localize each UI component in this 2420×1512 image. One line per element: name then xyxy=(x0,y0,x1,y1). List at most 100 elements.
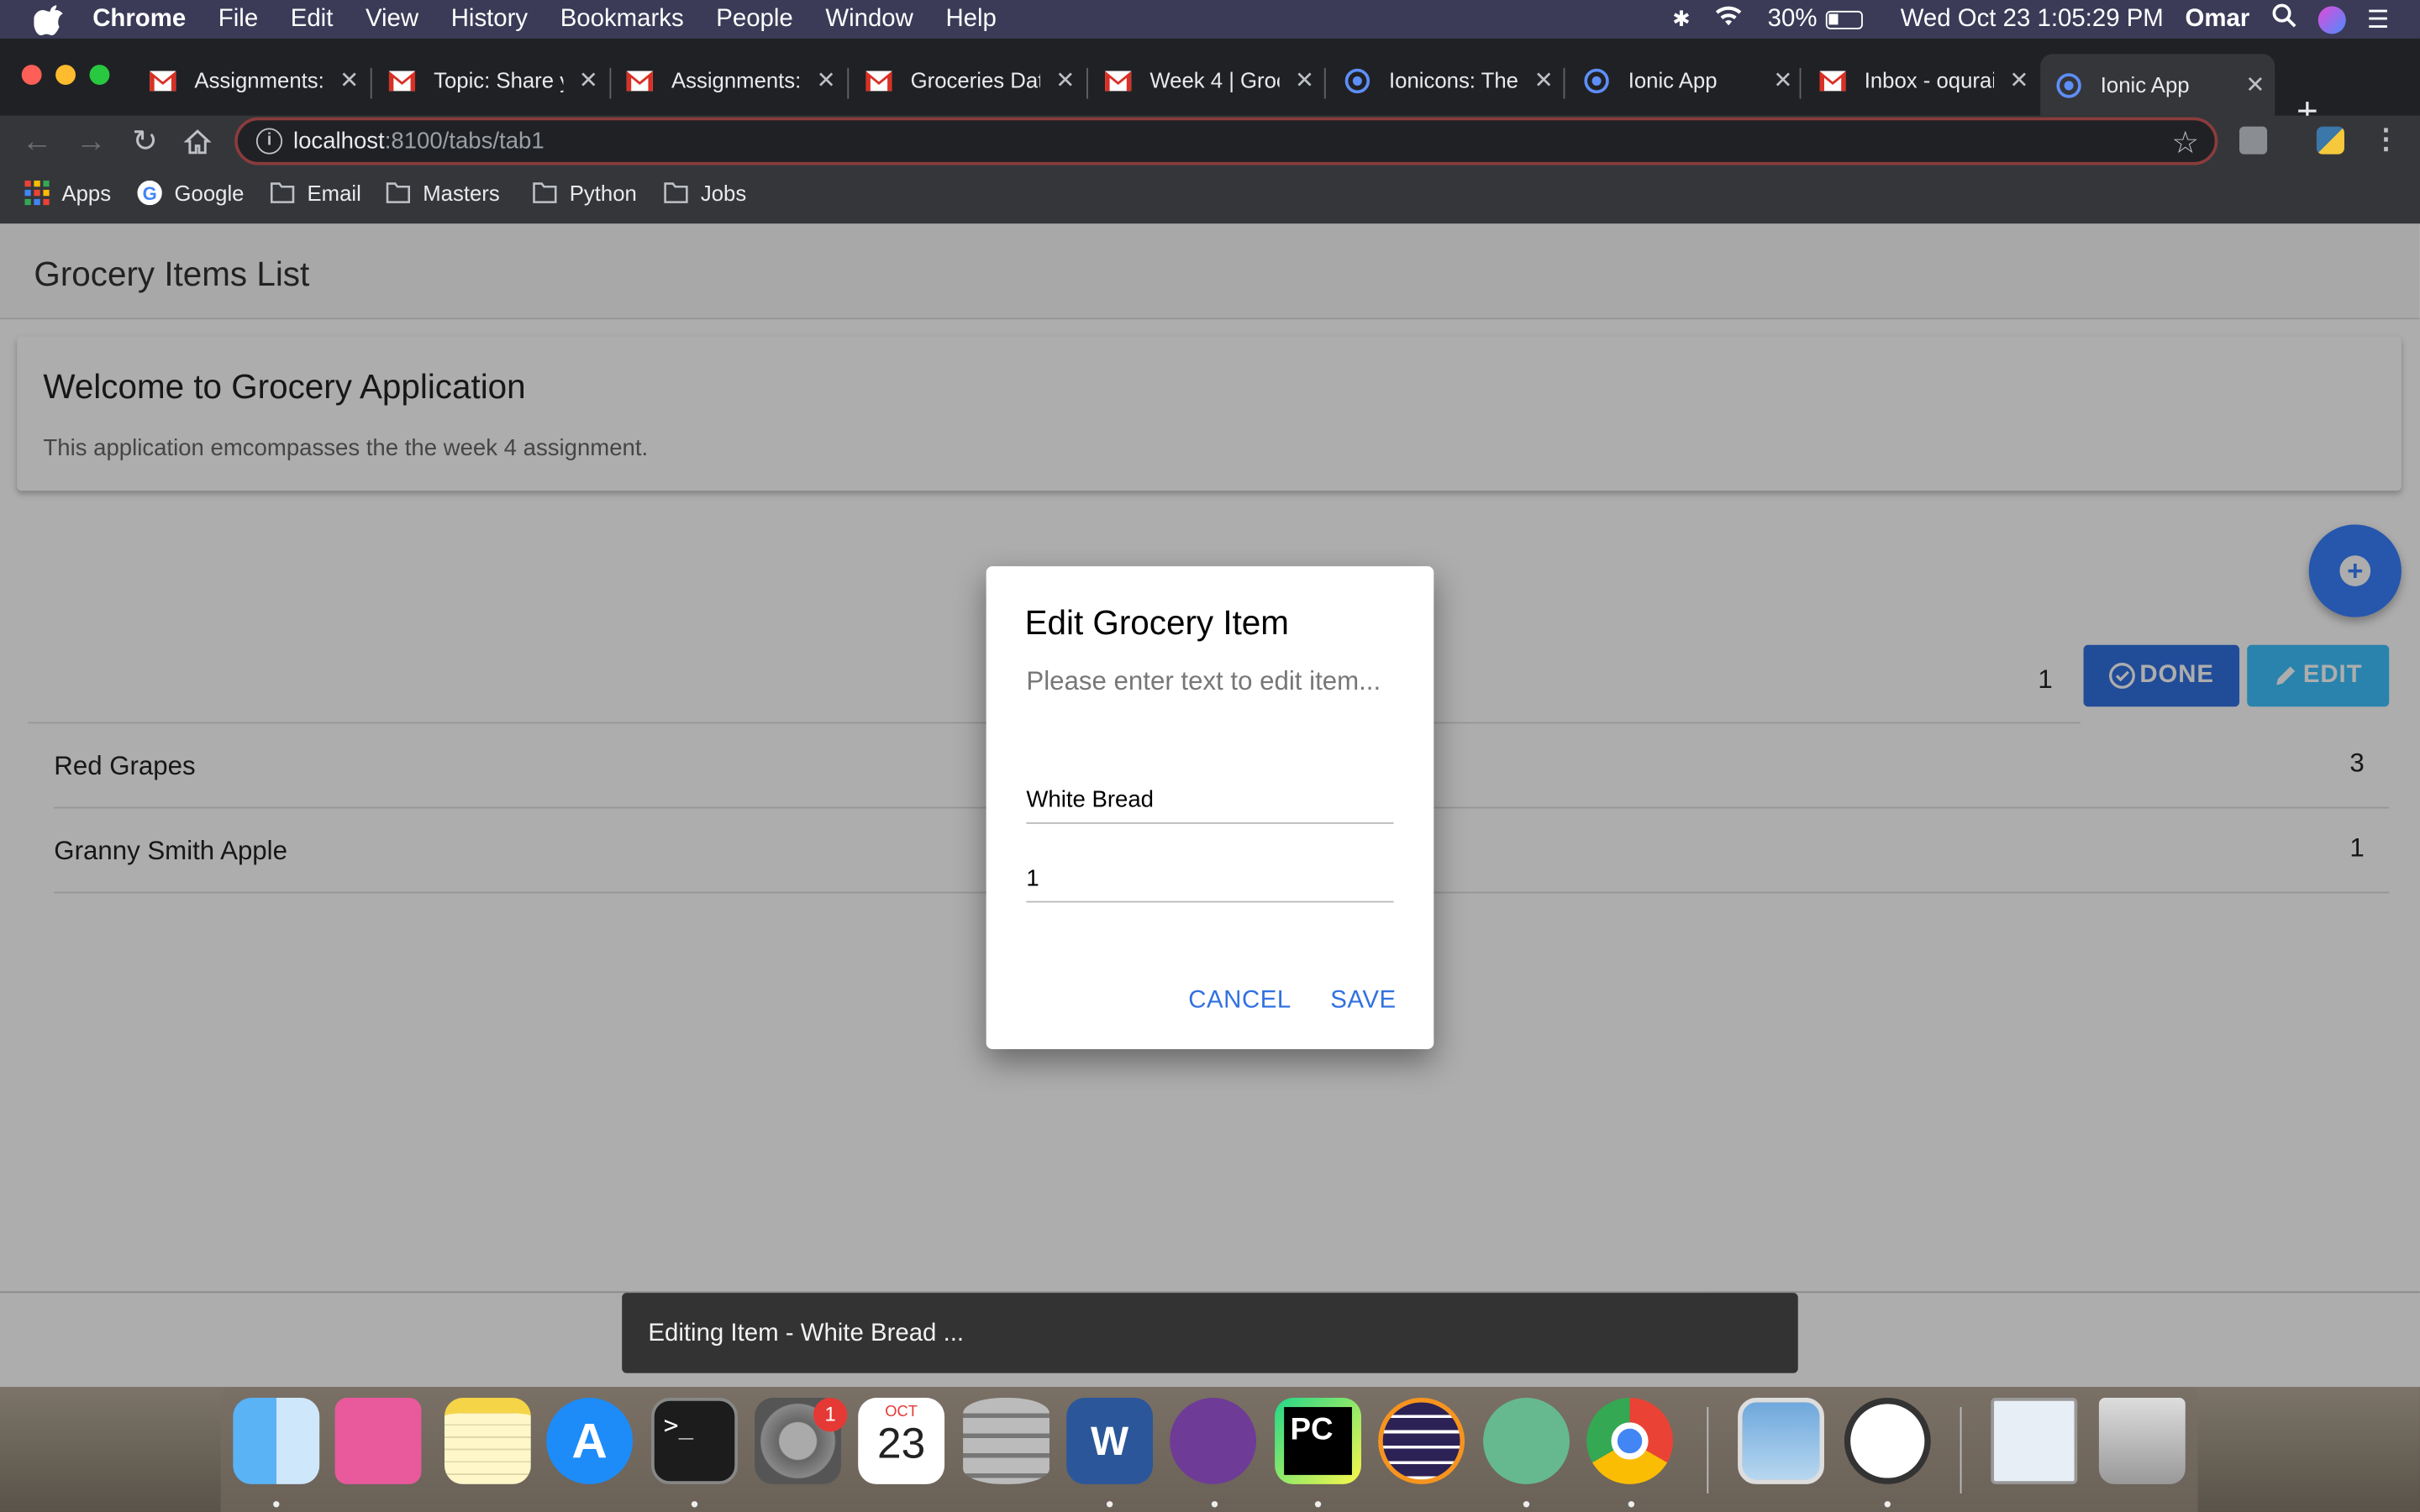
clock[interactable]: Wed Oct 23 1:05:29 PM xyxy=(1901,5,2164,33)
bluetooth-icon[interactable]: ✱ xyxy=(1672,6,1691,32)
tab-separator xyxy=(609,67,612,99)
running-indicator xyxy=(273,1501,280,1508)
chrome-menu-icon[interactable]: ⋮ xyxy=(2372,123,2400,156)
database-icon[interactable] xyxy=(963,1398,1050,1484)
menu-help[interactable]: Help xyxy=(945,5,996,33)
bookmark-email[interactable]: Email xyxy=(270,180,361,206)
tab-close-icon[interactable]: ✕ xyxy=(2009,66,2028,94)
pycharm-icon[interactable]: PC xyxy=(1275,1398,1361,1484)
url-text: localhost:8100/tabs/tab1 xyxy=(292,128,544,155)
reload-button[interactable]: ↻ xyxy=(125,122,166,162)
menu-edit[interactable]: Edit xyxy=(291,5,334,33)
apple-icon[interactable] xyxy=(34,4,65,35)
bookmark-python[interactable]: Python xyxy=(533,181,637,205)
menu-window[interactable]: Window xyxy=(825,5,913,33)
tab-close-icon[interactable]: ✕ xyxy=(2245,71,2265,98)
browser-tab[interactable]: Ionicons: The ✕ xyxy=(1344,54,1554,106)
terminal-icon[interactable]: >_ xyxy=(651,1398,738,1484)
menu-file[interactable]: File xyxy=(218,5,258,33)
wifi-icon[interactable] xyxy=(1712,3,1746,36)
word-icon[interactable]: W xyxy=(1066,1398,1154,1484)
bookmark-label: Email xyxy=(307,180,361,206)
calendar-month: OCT xyxy=(885,1404,918,1421)
running-indicator xyxy=(1211,1501,1218,1508)
browser-tab[interactable]: Assignments: ✕ xyxy=(150,54,359,106)
home-button[interactable] xyxy=(177,122,218,162)
gmail-icon xyxy=(1819,70,1846,91)
siri-icon[interactable] xyxy=(2317,5,2346,34)
tab-close-icon[interactable]: ✕ xyxy=(1055,66,1075,94)
user-name[interactable]: Omar xyxy=(2186,5,2250,33)
menu-people[interactable]: People xyxy=(716,5,793,33)
item-quantity-input[interactable] xyxy=(1026,856,1394,903)
calendar-day: 23 xyxy=(877,1419,926,1467)
site-info-icon[interactable]: i xyxy=(255,128,283,155)
tab-close-icon[interactable]: ✕ xyxy=(1534,66,1554,94)
bookmark-google[interactable]: G Google xyxy=(137,180,244,206)
spotlight-search-icon[interactable] xyxy=(2271,3,2296,36)
bookmark-label: Jobs xyxy=(700,180,747,206)
browser-tab[interactable]: Week 4 | Groc ✕ xyxy=(1105,54,1314,106)
preview-icon[interactable] xyxy=(1738,1398,1824,1484)
back-button[interactable]: ← xyxy=(17,122,57,162)
bookmark-star-icon[interactable]: ☆ xyxy=(2171,123,2199,162)
tab-close-icon[interactable]: ✕ xyxy=(1295,66,1314,94)
notes-icon[interactable] xyxy=(444,1398,531,1484)
toast-notification: Editing Item - White Bread ... xyxy=(622,1293,1798,1373)
waltr-smiley-icon[interactable] xyxy=(1844,1398,1931,1484)
browser-tab[interactable]: Groceries Data ✕ xyxy=(865,54,1075,106)
menu-view[interactable]: View xyxy=(366,5,418,33)
menu-history[interactable]: History xyxy=(451,5,528,33)
window-minimize-button[interactable] xyxy=(55,65,76,86)
folder-icon xyxy=(533,182,557,203)
battery-icon[interactable] xyxy=(1826,9,1864,29)
browser-tab-active[interactable]: Ionic App ✕ xyxy=(2040,54,2275,116)
forward-button[interactable]: → xyxy=(71,122,111,162)
running-indicator xyxy=(1523,1501,1530,1508)
tab-close-icon[interactable]: ✕ xyxy=(1773,66,1792,94)
cancel-button[interactable]: CANCEL xyxy=(1188,987,1292,1015)
app-store-icon[interactable]: A xyxy=(546,1398,634,1484)
calendar-icon[interactable]: OCT 23 xyxy=(858,1398,945,1484)
chrome-tab-strip: Assignments: ✕ Topic: Share y ✕ Assignme… xyxy=(0,38,2420,130)
chrome-icon[interactable] xyxy=(1586,1398,1673,1484)
window-close-button[interactable] xyxy=(21,65,42,86)
browser-tab[interactable]: Assignments: ✕ xyxy=(626,54,836,106)
trash-icon[interactable] xyxy=(2098,1398,2186,1484)
save-button[interactable]: SAVE xyxy=(1330,987,1396,1015)
window-thumbnail-icon[interactable] xyxy=(1991,1398,2078,1484)
tab-label: Ionic App xyxy=(1628,67,1718,93)
edit-item-dialog: Edit Grocery Item Please enter text to e… xyxy=(986,566,1434,1049)
bookmark-masters[interactable]: Masters xyxy=(386,181,500,205)
notification-center-icon[interactable]: ☰ xyxy=(2367,4,2389,35)
github-desktop-icon[interactable] xyxy=(1170,1398,1257,1484)
finder-icon[interactable] xyxy=(233,1398,320,1484)
browser-tab[interactable]: Ionic App ✕ xyxy=(1583,54,1792,106)
chrome-toolbar: ← → ↻ i localhost:8100/tabs/tab1 ☆ ⋮ xyxy=(0,115,2420,169)
ionic-icon xyxy=(1344,67,1370,93)
browser-tab[interactable]: Inbox - oqurai ✕ xyxy=(1819,54,2028,106)
python-extension-icon[interactable] xyxy=(2316,126,2344,155)
tab-close-icon[interactable]: ✕ xyxy=(579,66,598,94)
bookmark-apps[interactable]: Apps xyxy=(24,180,111,206)
menu-app-name[interactable]: Chrome xyxy=(92,5,186,33)
bookmarks-bar: Apps G Google Email Masters Python Jobs xyxy=(0,168,2420,224)
running-indicator xyxy=(1884,1501,1891,1508)
ionic-app-page: Grocery Items List Welcome to Grocery Ap… xyxy=(0,223,2420,1388)
tab-separator xyxy=(370,67,372,99)
tab-close-icon[interactable]: ✕ xyxy=(339,66,359,94)
browser-tab[interactable]: Topic: Share y ✕ xyxy=(388,54,598,106)
cleanmymac-icon[interactable] xyxy=(334,1398,422,1484)
running-indicator xyxy=(691,1501,698,1508)
atom-icon[interactable] xyxy=(1483,1398,1570,1484)
extension-icon[interactable] xyxy=(2239,126,2268,155)
bookmark-jobs[interactable]: Jobs xyxy=(664,181,746,205)
tab-close-icon[interactable]: ✕ xyxy=(817,66,836,94)
eclipse-icon[interactable] xyxy=(1378,1398,1465,1484)
menu-bookmarks[interactable]: Bookmarks xyxy=(560,5,684,33)
running-indicator xyxy=(1106,1501,1113,1508)
address-bar[interactable]: i localhost:8100/tabs/tab1 ☆ xyxy=(234,117,2218,165)
window-zoom-button[interactable] xyxy=(89,65,110,86)
item-name-input[interactable] xyxy=(1026,777,1394,824)
tab-separator xyxy=(1086,67,1088,99)
